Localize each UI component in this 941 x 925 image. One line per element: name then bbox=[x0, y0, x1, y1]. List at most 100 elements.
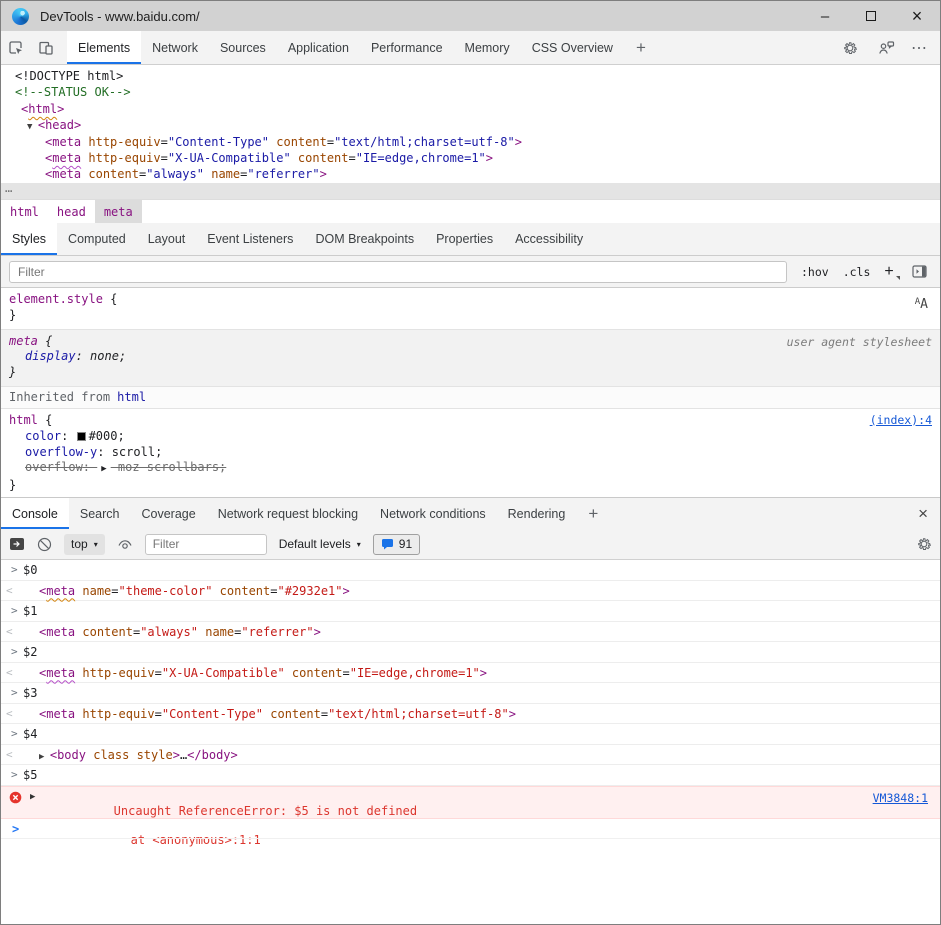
color-swatch[interactable] bbox=[77, 432, 86, 441]
close-button[interactable]: × bbox=[894, 1, 940, 31]
expand-triangle-icon[interactable]: ▶ bbox=[30, 792, 35, 802]
eye-icon bbox=[117, 538, 133, 551]
toggle-class-button[interactable]: .cls bbox=[843, 265, 871, 279]
command-chevron-icon: > bbox=[1, 683, 23, 700]
new-style-rule-button[interactable]: + bbox=[884, 263, 899, 281]
dom-tree-line[interactable]: <meta http-equiv="X-UA-Compatible" conte… bbox=[1, 150, 940, 166]
console-sidebar-toggle-button[interactable] bbox=[9, 537, 25, 551]
edge-logo-icon bbox=[12, 8, 29, 25]
element-style-rule[interactable]: AA element.style { } bbox=[1, 288, 940, 330]
clear-console-button[interactable] bbox=[37, 537, 52, 552]
tab-application[interactable]: Application bbox=[277, 31, 360, 64]
tab-layout[interactable]: Layout bbox=[137, 223, 197, 255]
close-drawer-button[interactable]: × bbox=[906, 498, 940, 529]
console-command-row[interactable]: > $5 bbox=[1, 765, 940, 786]
result-chevron-icon: < bbox=[1, 663, 39, 680]
log-levels-selector[interactable]: Default levels▾ bbox=[279, 537, 361, 551]
tab-rendering[interactable]: Rendering bbox=[497, 498, 577, 529]
css-declaration[interactable]: overflow-y: scroll; bbox=[9, 445, 932, 461]
prompt-chevron-icon: > bbox=[1, 819, 19, 836]
more-options-button[interactable]: ⋯ bbox=[907, 38, 932, 58]
tab-network-conditions[interactable]: Network conditions bbox=[369, 498, 497, 529]
tab-coverage[interactable]: Coverage bbox=[130, 498, 206, 529]
inherited-element-link[interactable]: html bbox=[117, 390, 146, 404]
execution-context-selector[interactable]: top▾ bbox=[64, 534, 105, 555]
styles-pane: AA element.style { } user agent styleshe… bbox=[1, 288, 940, 497]
add-drawer-tab-button[interactable]: + bbox=[576, 498, 610, 529]
console-result-row[interactable]: < <meta http-equiv="X-UA-Compatible" con… bbox=[1, 663, 940, 684]
console-result-row[interactable]: < <meta name="theme-color" content="#293… bbox=[1, 581, 940, 602]
html-rule[interactable]: (index):4 html { color: #000; overflow-y… bbox=[1, 409, 940, 497]
issues-bubble-icon bbox=[381, 538, 394, 550]
tab-accessibility[interactable]: Accessibility bbox=[504, 223, 594, 255]
styles-toolbar: :hov .cls + bbox=[1, 256, 940, 288]
tab-computed[interactable]: Computed bbox=[57, 223, 137, 255]
maximize-button[interactable] bbox=[848, 1, 894, 31]
tab-performance[interactable]: Performance bbox=[360, 31, 454, 64]
feedback-button[interactable] bbox=[871, 40, 901, 56]
tab-network[interactable]: Network bbox=[141, 31, 209, 64]
settings-button[interactable] bbox=[835, 40, 865, 56]
dom-tree-line[interactable]: <meta http-equiv="Content-Type" content=… bbox=[1, 134, 940, 150]
more-actions-dots-icon[interactable]: ⋯ bbox=[5, 183, 13, 199]
tab-css-overview[interactable]: CSS Overview bbox=[521, 31, 624, 64]
inspect-element-button[interactable] bbox=[1, 31, 31, 64]
breadcrumb: html head meta bbox=[1, 199, 940, 223]
tab-console[interactable]: Console bbox=[1, 498, 69, 529]
console-prompt-row[interactable]: > bbox=[1, 819, 940, 840]
dom-tree-line[interactable]: <html> bbox=[1, 101, 940, 117]
elements-dom-tree: <!DOCTYPE html> <!--STATUS OK--> <html> … bbox=[1, 65, 940, 199]
tab-styles[interactable]: Styles bbox=[1, 223, 57, 255]
dom-tree-line[interactable]: <!--STATUS OK--> bbox=[1, 84, 940, 100]
console-sidebar-icon bbox=[9, 537, 25, 551]
console-command-row[interactable]: > $0 bbox=[1, 560, 940, 581]
console-settings-button[interactable] bbox=[916, 536, 932, 552]
computed-sidebar-toggle-button[interactable] bbox=[912, 265, 927, 278]
console-toolbar: top▾ Default levels▾ 91 bbox=[1, 529, 940, 560]
error-source-link[interactable]: VM3848:1 bbox=[873, 791, 928, 805]
dom-tree-line[interactable]: <!DOCTYPE html> bbox=[1, 68, 940, 84]
styles-filter-input[interactable] bbox=[9, 261, 787, 283]
breadcrumb-head[interactable]: head bbox=[48, 200, 95, 223]
command-chevron-icon: > bbox=[1, 601, 23, 618]
tab-memory[interactable]: Memory bbox=[454, 31, 521, 64]
dom-tree-line[interactable]: ▼ <head> bbox=[1, 117, 940, 133]
add-panel-button[interactable]: + bbox=[624, 31, 658, 64]
tab-dom-breakpoints[interactable]: DOM Breakpoints bbox=[304, 223, 425, 255]
console-error-row[interactable]: ▶ Uncaught ReferenceError: $5 is not def… bbox=[1, 786, 940, 819]
console-command-row[interactable]: > $4 bbox=[1, 724, 940, 745]
toggle-hover-state-button[interactable]: :hov bbox=[801, 265, 829, 279]
console-command-row[interactable]: > $2 bbox=[1, 642, 940, 663]
dom-tree-line-selected[interactable]: ⋯ <meta name="theme-color" content="#293… bbox=[1, 183, 940, 199]
font-editor-icon[interactable]: AA bbox=[915, 298, 928, 311]
breadcrumb-html[interactable]: html bbox=[1, 200, 48, 223]
live-expression-button[interactable] bbox=[117, 538, 133, 551]
tab-search[interactable]: Search bbox=[69, 498, 131, 529]
tab-elements[interactable]: Elements bbox=[67, 31, 141, 64]
tab-network-request-blocking[interactable]: Network request blocking bbox=[207, 498, 369, 529]
breadcrumb-meta[interactable]: meta bbox=[95, 200, 142, 223]
result-chevron-icon: < bbox=[1, 581, 39, 598]
result-chevron-icon: < bbox=[1, 745, 39, 762]
issues-counter-button[interactable]: 91 bbox=[373, 534, 420, 555]
sidebar-tabs: Styles Computed Layout Event Listeners D… bbox=[1, 223, 940, 256]
clear-icon bbox=[37, 537, 52, 552]
tab-event-listeners[interactable]: Event Listeners bbox=[196, 223, 304, 255]
expand-triangle-icon[interactable]: ▶ bbox=[97, 464, 110, 474]
console-result-row[interactable]: < ▶ <body class style>…</body> bbox=[1, 745, 940, 766]
minimize-button[interactable]: – bbox=[802, 1, 848, 31]
tab-sources[interactable]: Sources bbox=[209, 31, 277, 64]
stylesheet-source-link[interactable]: (index):4 bbox=[870, 413, 932, 427]
dom-tree-line[interactable]: <meta content="always" name="referrer"> bbox=[1, 166, 940, 182]
device-toolbar-button[interactable] bbox=[31, 31, 61, 64]
tab-properties[interactable]: Properties bbox=[425, 223, 504, 255]
console-command-row[interactable]: > $1 bbox=[1, 601, 940, 622]
console-command-row[interactable]: > $3 bbox=[1, 683, 940, 704]
console-log: > $0 < <meta name="theme-color" content=… bbox=[1, 560, 940, 924]
css-declaration[interactable]: color: #000; bbox=[9, 429, 932, 445]
css-declaration-invalid[interactable]: overflow: ▶-moz-scrollbars; bbox=[9, 460, 932, 478]
console-result-row[interactable]: < <meta http-equiv="Content-Type" conten… bbox=[1, 704, 940, 725]
console-filter-input[interactable] bbox=[145, 534, 267, 555]
user-agent-rule[interactable]: user agent stylesheet meta { display: no… bbox=[1, 330, 940, 387]
console-result-row[interactable]: < <meta content="always" name="referrer"… bbox=[1, 622, 940, 643]
